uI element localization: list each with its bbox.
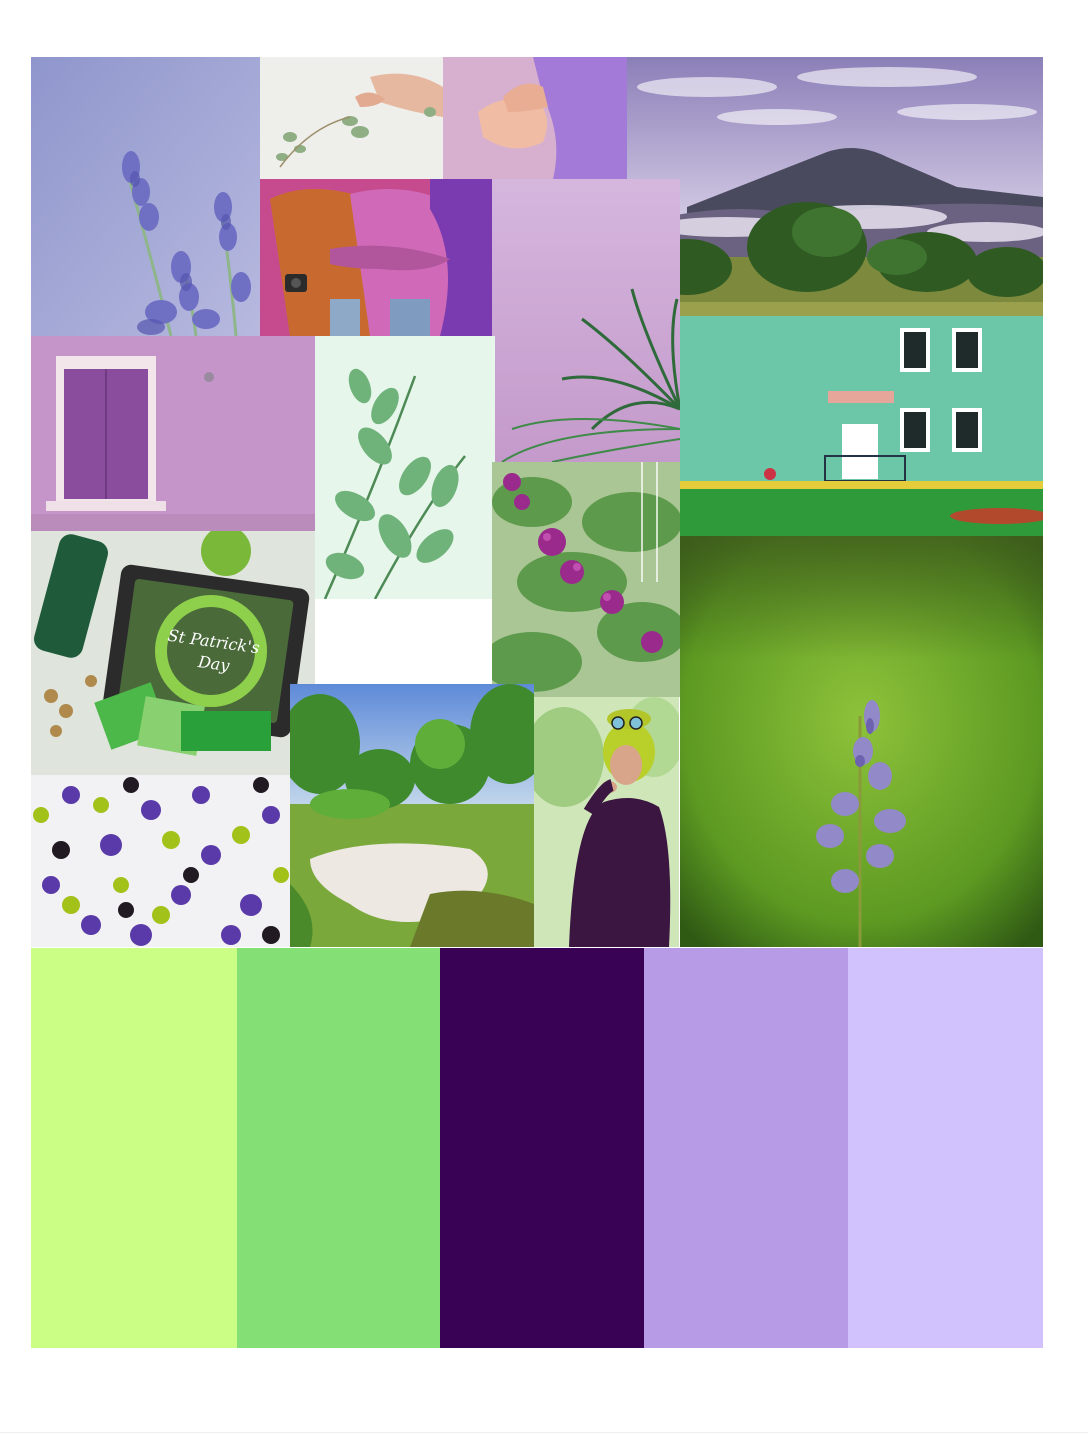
photo-lavender-stems — [31, 57, 260, 336]
photo-hands-purple — [443, 57, 627, 179]
swatch-lime — [31, 948, 237, 1348]
photo-green-leaves — [315, 336, 495, 599]
photo-st-patricks-tablet: St Patrick's Day — [31, 531, 315, 775]
photo-mountain-landscape — [627, 57, 1043, 316]
photo-woman-headscarf — [534, 697, 679, 947]
photo-bluebell-flower — [680, 536, 1043, 947]
moodboard: St Patrick's Day — [0, 0, 1088, 1435]
page-bottom-divider — [0, 1432, 1088, 1433]
photo-beautyberry — [492, 462, 680, 697]
photo-palm-leaf — [492, 179, 680, 462]
swatch-green — [237, 948, 440, 1348]
photo-mint-house — [680, 316, 1043, 536]
photo-group-hug — [260, 179, 492, 336]
swatch-deep-purple — [440, 948, 644, 1348]
photo-confetti — [31, 775, 290, 947]
swatch-lavender — [644, 948, 848, 1348]
photo-purple-door — [31, 336, 315, 531]
swatch-pale-lavender — [848, 948, 1043, 1348]
photo-hand-eucalyptus — [260, 57, 443, 179]
painting-landscape-river — [290, 684, 534, 947]
